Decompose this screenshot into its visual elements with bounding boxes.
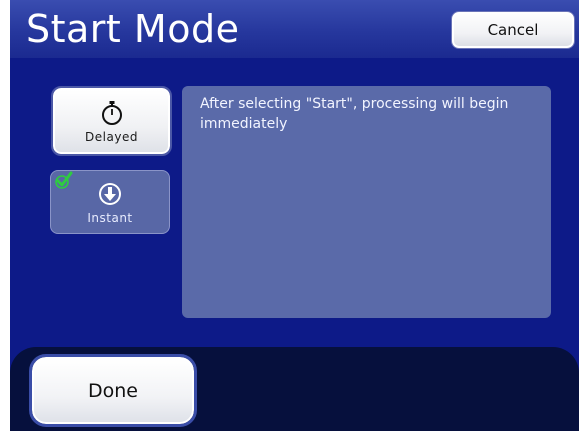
header-bar: Start Mode Cancel	[10, 0, 579, 58]
description-panel: After selecting "Start", processing will…	[182, 86, 551, 318]
done-button[interactable]: Done	[29, 354, 197, 427]
checkmark-icon	[55, 171, 73, 189]
instant-mode-label: Instant	[87, 211, 133, 225]
page-title: Start Mode	[26, 7, 240, 51]
start-mode-screen: Start Mode Cancel Delayed Instant After …	[10, 0, 579, 431]
arrow-down-circle-icon	[99, 183, 121, 205]
delayed-mode-label: Delayed	[85, 130, 138, 144]
delayed-mode-button[interactable]: Delayed	[51, 86, 172, 156]
description-text: After selecting "Start", processing will…	[200, 96, 509, 132]
stopwatch-icon	[101, 101, 122, 125]
instant-mode-button[interactable]: Instant	[50, 170, 170, 234]
cancel-button[interactable]: Cancel	[451, 11, 575, 49]
